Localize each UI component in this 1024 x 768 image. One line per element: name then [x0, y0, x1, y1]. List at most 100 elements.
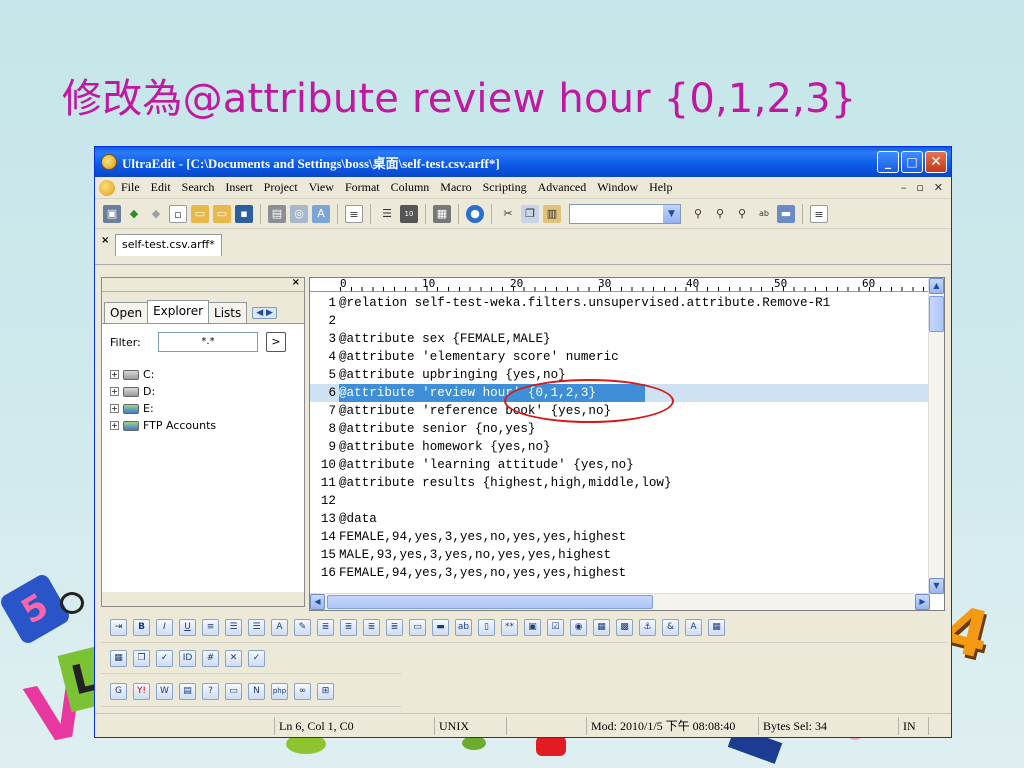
menu-insert[interactable]: Insert: [225, 180, 252, 195]
image-button-icon[interactable]: ▣: [524, 619, 541, 636]
list-icon[interactable]: ≡: [810, 204, 828, 223]
close-tab-icon[interactable]: ×: [101, 235, 109, 246]
code-line[interactable]: 8 @attribute senior {no,yes}: [310, 420, 930, 438]
maximize-button[interactable]: □: [901, 151, 923, 173]
password-icon[interactable]: **: [501, 619, 518, 636]
notes-icon[interactable]: N: [248, 683, 265, 700]
cut-icon[interactable]: ✂: [499, 205, 517, 223]
tab-self-test[interactable]: self-test.csv.arff*: [115, 234, 222, 256]
print-icon[interactable]: ▤: [268, 204, 286, 223]
unicode-icon[interactable]: A: [685, 619, 702, 636]
help-icon[interactable]: ?: [202, 683, 219, 700]
expand-icon[interactable]: +: [110, 370, 119, 379]
scroll-thumb[interactable]: [929, 296, 944, 332]
tree-item-e[interactable]: + E:: [110, 400, 296, 417]
document-icon[interactable]: [99, 179, 115, 196]
scroll-left-icon[interactable]: ◀: [310, 594, 325, 610]
save-icon[interactable]: ▪: [235, 204, 253, 223]
bold-icon[interactable]: B: [133, 619, 150, 636]
font-color-icon[interactable]: A: [271, 619, 288, 636]
line-icon[interactable]: ▬: [432, 619, 449, 636]
copy-file-icon[interactable]: ❐: [133, 650, 150, 667]
windows-icon[interactable]: ⊞: [317, 683, 334, 700]
wikipedia-icon[interactable]: W: [156, 683, 173, 700]
textarea-icon[interactable]: ab: [455, 619, 472, 636]
tree-item-c[interactable]: + C:: [110, 366, 296, 383]
page-icon[interactable]: ≡: [345, 204, 363, 223]
goto-icon[interactable]: ▬: [777, 204, 795, 223]
word-wrap-icon[interactable]: ☰: [378, 205, 396, 223]
menu-project[interactable]: Project: [264, 180, 298, 195]
paste-icon[interactable]: ▥: [543, 204, 561, 223]
align-left-icon[interactable]: ≣: [317, 619, 334, 636]
code-line[interactable]: 9 @attribute homework {yes,no}: [310, 438, 930, 456]
menu-file[interactable]: File: [121, 180, 140, 195]
scroll-down-icon[interactable]: ▼: [929, 578, 944, 594]
form-icon[interactable]: ▦: [593, 619, 610, 636]
menu-edit[interactable]: Edit: [151, 180, 171, 195]
code-line[interactable]: 16 FEMALE,94,yes,3,yes,no,yes,yes,highest: [310, 564, 930, 582]
menu-format[interactable]: Format: [345, 180, 380, 195]
frame-icon[interactable]: ▭: [409, 619, 426, 636]
scroll-up-icon[interactable]: ▲: [929, 278, 944, 294]
forward-arrow-icon[interactable]: ◆: [147, 205, 165, 223]
doc-close-button[interactable]: ✕: [934, 181, 943, 194]
bullet-list-icon[interactable]: ☰: [225, 619, 242, 636]
grid-icon[interactable]: ▦: [110, 650, 127, 667]
spell-check-icon[interactable]: A: [312, 204, 330, 223]
tree-item-d[interactable]: + D:: [110, 383, 296, 400]
open-folder-icon[interactable]: ▭: [191, 204, 209, 223]
menu-help[interactable]: Help: [649, 180, 672, 195]
close-pane-icon[interactable]: ×: [292, 277, 300, 288]
scroll-thumb[interactable]: [327, 595, 653, 609]
yahoo-icon[interactable]: Y!: [133, 683, 150, 700]
code-line[interactable]: 10 @attribute 'learning attitude' {yes,no…: [310, 456, 930, 474]
replace-icon[interactable]: ab: [755, 205, 773, 223]
menu-column[interactable]: Column: [391, 180, 430, 195]
code-line[interactable]: 15 MALE,93,yes,3,yes,no,yes,yes,highest: [310, 546, 930, 564]
find-combo[interactable]: ▼: [569, 203, 681, 224]
checkbox-icon[interactable]: ☑: [547, 619, 564, 636]
doc-minimize-button[interactable]: –: [901, 181, 907, 194]
table-icon[interactable]: ▦: [708, 619, 725, 636]
folder-icon[interactable]: ▭: [225, 683, 242, 700]
dictionary-icon[interactable]: ▤: [179, 683, 196, 700]
id-icon[interactable]: ID: [179, 650, 196, 667]
italic-icon[interactable]: I: [156, 619, 173, 636]
minimize-button[interactable]: _: [877, 151, 899, 173]
code-line[interactable]: 3 @attribute sex {FEMALE,MALE}: [310, 330, 930, 348]
tab-scroll-arrows-icon[interactable]: ◀ ▶: [252, 307, 277, 319]
code-area[interactable]: 1 @relation self-test-weka.filters.unsupe…: [310, 294, 930, 582]
code-line[interactable]: 12: [310, 492, 930, 510]
edit-icon[interactable]: ✎: [294, 619, 311, 636]
underline-icon[interactable]: U: [179, 619, 196, 636]
tools-icon[interactable]: ✕: [225, 650, 242, 667]
toolbar-handle-icon[interactable]: ▣: [103, 204, 121, 223]
code-line[interactable]: 4 @attribute 'elementary score' numeric: [310, 348, 930, 366]
expand-icon[interactable]: +: [110, 404, 119, 413]
tab-open[interactable]: Open: [104, 302, 149, 323]
menu-scripting[interactable]: Scripting: [483, 180, 527, 195]
title-bar[interactable]: UltraEdit - [C:\Documents and Settings\b…: [95, 147, 951, 177]
code-line[interactable]: 11 @attribute results {highest,high,middl…: [310, 474, 930, 492]
anchor-icon[interactable]: ⚓: [639, 619, 656, 636]
back-arrow-icon[interactable]: ◆: [125, 205, 143, 223]
tab-lists[interactable]: Lists: [208, 302, 248, 323]
chevron-down-icon[interactable]: ▼: [663, 204, 680, 223]
expand-icon[interactable]: +: [110, 421, 119, 430]
new-file-icon[interactable]: ▫: [169, 204, 187, 223]
google-icon[interactable]: G: [110, 683, 127, 700]
numbered-list-icon[interactable]: ☰: [248, 619, 265, 636]
code-line[interactable]: 14 FEMALE,94,yes,3,yes,no,yes,yes,highest: [310, 528, 930, 546]
indent-icon[interactable]: ⇥: [110, 619, 127, 636]
tab-explorer[interactable]: Explorer: [147, 300, 210, 323]
spell-icon[interactable]: ✓: [156, 650, 173, 667]
code-line[interactable]: 2: [310, 312, 930, 330]
text-editor[interactable]: 0 10 20 30 40 50 60 1 @relation self-test…: [309, 277, 945, 611]
align-icon[interactable]: ≡: [202, 619, 219, 636]
close-button[interactable]: ✕: [925, 151, 947, 173]
expand-icon[interactable]: +: [110, 387, 119, 396]
doc-restore-button[interactable]: ▫: [916, 181, 923, 194]
menu-view[interactable]: View: [309, 180, 334, 195]
special-chars-icon[interactable]: &: [662, 619, 679, 636]
